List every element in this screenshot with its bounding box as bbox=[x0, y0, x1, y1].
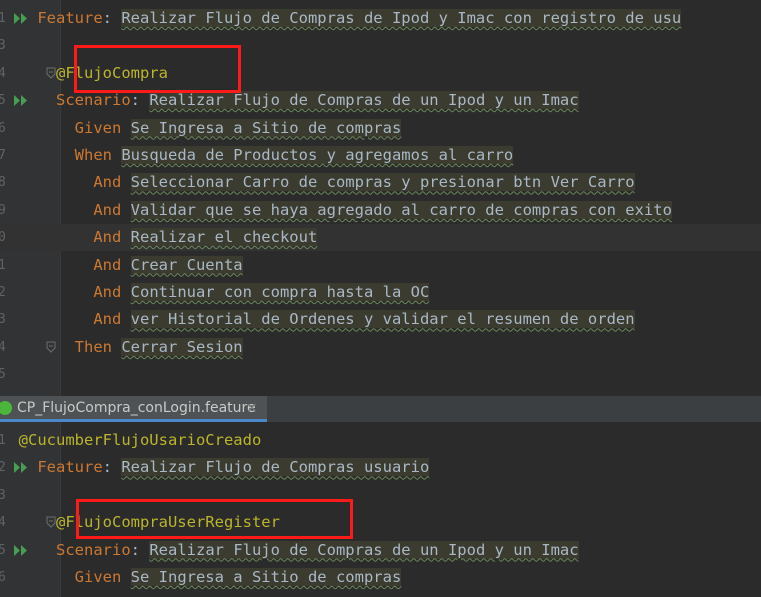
close-icon[interactable]: × bbox=[246, 396, 258, 420]
code-text: And Continuar con compra hasta la OC bbox=[0, 283, 430, 301]
highlight-box bbox=[76, 499, 353, 539]
code-line[interactable]: 5 bbox=[0, 361, 761, 388]
code-text: @CucumberFlujoUsarioCreado bbox=[0, 431, 262, 449]
code-text: Given Se Ingresa a Sitio de compras bbox=[0, 568, 402, 586]
code-text: And Validar que se haya agregado al carr… bbox=[0, 200, 672, 219]
code-line[interactable]: 3 And ver Historial de Ordenes y validar… bbox=[0, 306, 761, 333]
code-line[interactable]: 1 @CucumberFlujoUsarioCreado bbox=[0, 427, 761, 454]
code-line[interactable]: 9 And Validar que se haya agregado al ca… bbox=[0, 197, 761, 224]
editor-pane-bottom[interactable]: 1 @CucumberFlujoUsarioCreado 2 Feature: R… bbox=[0, 422, 761, 597]
code-line[interactable]: 2 Feature: Realizar Flujo de Compras usu… bbox=[0, 454, 761, 481]
code-text: Feature: Realizar Flujo de Compras usuar… bbox=[0, 458, 430, 477]
code-text: Feature: Realizar Flujo de Compras de Ip… bbox=[0, 9, 682, 27]
code-text: When Busqueda de Productos y agregamos a… bbox=[0, 146, 514, 164]
code-text: Scenario: Realizar Flujo de Compras de u… bbox=[0, 540, 579, 559]
code-text: Given Se Ingresa a Sitio de compras bbox=[0, 118, 402, 137]
code-line[interactable]: 4 Then Cerrar Sesion bbox=[0, 334, 761, 361]
code-line[interactable]: 6 Given Se Ingresa a Sitio de compras bbox=[0, 115, 761, 142]
cucumber-file-icon bbox=[0, 401, 12, 415]
code-line[interactable]: 0 And Realizar el checkout bbox=[0, 224, 761, 252]
code-line[interactable]: 1 And Crear Cuenta bbox=[0, 252, 761, 279]
code-line[interactable]: 7 When Busqueda de Productos y agregamos… bbox=[0, 142, 761, 169]
line-number: 3 bbox=[0, 38, 6, 54]
code-line[interactable]: 1 Feature: Realizar Flujo de Compras de … bbox=[0, 5, 761, 32]
code-line[interactable]: 8 And Seleccionar Carro de compras y pre… bbox=[0, 169, 761, 196]
editor-pane-top[interactable]: 1 Feature: Realizar Flujo de Compras de … bbox=[0, 0, 761, 396]
tab-cp-flujocompra-conlogin[interactable]: CP_FlujoCompra_conLogin.feature × bbox=[0, 396, 267, 422]
code-text: And ver Historial de Ordenes y validar e… bbox=[0, 310, 635, 329]
tab-label: CP_FlujoCompra_conLogin.feature bbox=[17, 400, 256, 416]
highlight-box bbox=[74, 45, 241, 93]
code-text: And Seleccionar Carro de compras y presi… bbox=[0, 173, 635, 192]
code-text: Then Cerrar Sesion bbox=[0, 337, 243, 356]
code-line[interactable]: 2 And Continuar con compra hasta la OC bbox=[0, 279, 761, 306]
code-line[interactable]: 6 Given Se Ingresa a Sitio de compras bbox=[0, 564, 761, 591]
code-text: And Crear Cuenta bbox=[0, 255, 243, 274]
editor-tab-bar: CP_FlujoCompra_conLogin.feature × bbox=[0, 396, 761, 423]
line-number: 5 bbox=[0, 367, 6, 383]
code-text: And Realizar el checkout bbox=[0, 228, 318, 247]
code-line[interactable]: 5 Scenario: Realizar Flujo de Compras de… bbox=[0, 537, 761, 564]
line-number: 3 bbox=[0, 487, 6, 503]
